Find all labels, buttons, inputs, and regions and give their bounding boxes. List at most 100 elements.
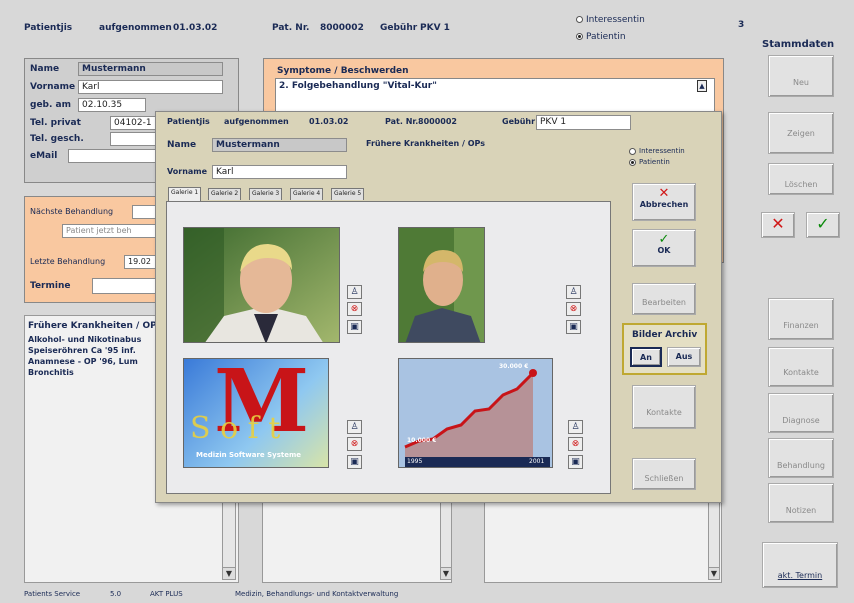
statusbar-item1: Patients Service (24, 590, 81, 598)
name-field[interactable]: Mustermann (78, 62, 223, 76)
radio-circle[interactable] (629, 147, 636, 155)
behandlung-label: Behandlung (777, 461, 825, 470)
person-icon[interactable]: ♙ (566, 285, 581, 299)
person-icon[interactable]: ♙ (347, 420, 362, 434)
tab-galerie-3[interactable]: Galerie 3 (249, 188, 283, 200)
archiv-aus-button[interactable]: Aus (667, 347, 701, 367)
dialog-ok-button[interactable]: ✓ OK (632, 229, 696, 267)
archiv-an-button[interactable]: An (630, 347, 662, 367)
vorname-field[interactable]: Karl (78, 80, 223, 94)
kontakte-button[interactable]: Kontakte (768, 347, 834, 387)
pat-nr-label: Pat. Nr. (272, 23, 310, 33)
dialog-status-label: Patientjis (167, 117, 210, 126)
person-icon[interactable]: ♙ (568, 420, 583, 434)
statusbar-item4: Medizin, Behandlungs- und Kontaktverwalt… (235, 590, 399, 598)
bearbeiten-label: Bearbeiten (642, 298, 686, 307)
save-icon[interactable]: ▣ (568, 455, 583, 469)
patient-jetzt-button[interactable]: Patient jetzt beh (62, 224, 162, 238)
middle-scrollbar[interactable]: ▼ (440, 498, 452, 580)
scroll-down-icon[interactable]: ▼ (441, 567, 451, 579)
fruehere-scrollbar[interactable]: ▼ (222, 498, 236, 580)
radio-patient[interactable]: Patientin (576, 32, 626, 42)
symptome-title: Symptome / Beschwerden (277, 66, 409, 76)
behandlung-button[interactable]: Behandlung (768, 438, 834, 478)
tab-galerie-2[interactable]: Galerie 2 (208, 188, 242, 200)
status-label: Patientjis (24, 23, 73, 33)
dialog-pat-nr-value: 8000002 (418, 117, 457, 126)
symptome-text: 2. Folgebehandlung "Vital-Kur" (279, 81, 437, 91)
dialog-name-label: Name (167, 140, 197, 150)
zeigen-button[interactable]: Zeigen (768, 112, 834, 154)
tab-galerie-4[interactable]: Galerie 4 (290, 188, 324, 200)
bearbeiten-button[interactable]: Bearbeiten (632, 283, 696, 315)
fruehere-bg-title: Frühere Krankheiten / OP (28, 321, 157, 331)
dialog-kontakte-button[interactable]: Kontakte (632, 385, 696, 429)
notizen-label: Notizen (785, 506, 817, 515)
akt-termin-button[interactable]: akt. Termin (762, 542, 838, 588)
delete-icon[interactable]: ⊗ (568, 437, 583, 451)
tab-galerie-5[interactable]: Galerie 5 (331, 188, 365, 200)
page-indicator: 3 (738, 20, 745, 30)
tab-galerie-1[interactable]: Galerie 1 (168, 187, 202, 201)
schliessen-button[interactable]: Schließen (632, 458, 696, 490)
man-portrait-photo (399, 228, 484, 342)
geb-field[interactable]: 02.10.35 (78, 98, 146, 112)
radio-circle[interactable] (629, 158, 636, 166)
statusbar-item2: 5.0 (110, 590, 122, 598)
diagnose-label: Diagnose (782, 416, 820, 425)
scroll-down-icon[interactable]: ▼ (709, 567, 719, 579)
save-icon[interactable]: ▣ (347, 320, 362, 334)
finanzen-button[interactable]: Finanzen (768, 298, 834, 340)
right-scrollbar[interactable]: ▼ (708, 498, 720, 580)
scroll-up-icon[interactable]: ▲ (697, 80, 707, 92)
check-icon: ✓ (816, 214, 830, 233)
delete-icon[interactable]: ⊗ (347, 437, 362, 451)
gallery-photo-2[interactable] (398, 227, 485, 343)
email-field[interactable] (68, 149, 160, 163)
dialog-name-field[interactable]: Mustermann (212, 138, 347, 152)
dialog-status-value: aufgenommen (224, 117, 289, 126)
scroll-down-icon[interactable]: ▼ (223, 567, 235, 579)
zeigen-label: Zeigen (787, 129, 815, 138)
status-value: aufgenommen (99, 23, 172, 33)
name-label: Name (30, 64, 60, 74)
dialog-gebuehr-field[interactable]: PKV 1 (536, 115, 631, 130)
person-icon[interactable]: ♙ (347, 285, 362, 299)
gebuehr-label: Gebühr (380, 23, 418, 33)
chart-x-start: 1995 (407, 458, 423, 465)
dialog-radio-patient[interactable]: Patientin (629, 158, 670, 166)
dialog-radio-interessent[interactable]: Interessentin (629, 147, 685, 155)
radio-circle[interactable] (576, 33, 583, 40)
finanzen-label: Finanzen (783, 321, 819, 330)
save-icon[interactable]: ▣ (347, 455, 362, 469)
gallery-photo-1[interactable] (183, 227, 340, 343)
termine-field[interactable] (92, 278, 162, 294)
vorname-label: Vorname (30, 82, 76, 92)
stammdaten-ok-button[interactable]: ✓ (806, 212, 840, 238)
kontakte-label: Kontakte (783, 368, 819, 377)
man-portrait-photo (184, 228, 339, 342)
tel-privat-field[interactable]: 04102-1 (110, 116, 160, 130)
delete-icon[interactable]: ⊗ (566, 302, 581, 316)
radio-circle[interactable] (576, 16, 583, 23)
diagnose-button[interactable]: Diagnose (768, 393, 834, 433)
stammdaten-cancel-button[interactable]: ✕ (761, 212, 795, 238)
logo-text: Medizin Software Systeme (196, 451, 301, 459)
abbrechen-button[interactable]: ✕ Abbrechen (632, 183, 696, 221)
tel-gesch-field[interactable] (110, 132, 160, 146)
loeschen-button[interactable]: Löschen (768, 163, 834, 195)
statusbar-item3: AKT PLUS (150, 590, 183, 598)
notizen-button[interactable]: Notizen (768, 483, 834, 523)
gallery-logo-image[interactable]: M S o f t Medizin Software Systeme (183, 358, 329, 468)
radio-interessent[interactable]: Interessentin (576, 15, 645, 25)
save-icon[interactable]: ▣ (566, 320, 581, 334)
gallery-chart-image[interactable]: 30.000 € 10.000 € 1995 2001 (398, 358, 553, 468)
dialog-gebuehr-label: Gebühr (502, 117, 536, 126)
neu-button[interactable]: Neu (768, 55, 834, 97)
dialog-ok-label: OK (657, 246, 671, 255)
loeschen-label: Löschen (784, 180, 818, 189)
logo-soft-letters: S o f t (190, 411, 281, 446)
delete-icon[interactable]: ⊗ (347, 302, 362, 316)
admission-date: 01.03.02 (173, 23, 218, 33)
dialog-vorname-field[interactable]: Karl (212, 165, 347, 179)
